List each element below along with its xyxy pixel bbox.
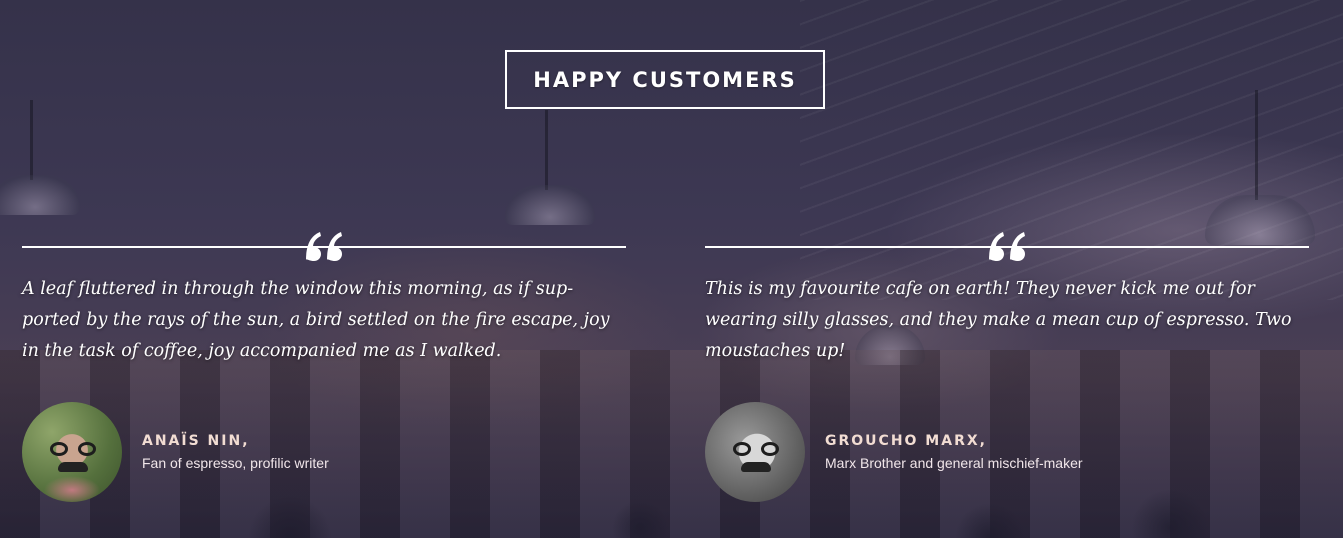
quote-divider xyxy=(705,228,1309,264)
lamp-cord xyxy=(545,110,548,190)
quote-icon xyxy=(306,232,342,261)
testimonial-quote: This is my favourite cafe on earth! They… xyxy=(705,279,1292,361)
quote-icon xyxy=(989,232,1025,261)
quote-divider xyxy=(22,228,626,264)
moustache-icon xyxy=(741,462,771,472)
glasses-icon xyxy=(733,442,779,456)
lamp-cord xyxy=(30,100,33,180)
avatar xyxy=(22,402,122,502)
testimonial-author: GROUCHO MARX, Marx Brother and general m… xyxy=(705,402,1083,502)
hanging-lamp xyxy=(0,175,80,215)
lamp-cord xyxy=(1255,90,1258,200)
testimonial-author: ANAÏS NIN, Fan of espresso, profilic wri… xyxy=(22,402,329,502)
testimonial-card: A leaf fluttered in through the window t… xyxy=(22,228,626,502)
section-heading-box: HAPPY CUSTOMERS xyxy=(505,50,825,109)
author-role: Marx Brother and general mischief-maker xyxy=(825,455,1083,471)
testimonial-card: This is my favourite cafe on earth! They… xyxy=(705,228,1309,502)
testimonial-quote: A leaf fluttered in through the window t… xyxy=(22,279,610,361)
moustache-icon xyxy=(58,462,88,472)
hanging-lamp xyxy=(505,185,595,225)
avatar xyxy=(705,402,805,502)
section-title: HAPPY CUSTOMERS xyxy=(533,67,797,92)
glasses-icon xyxy=(50,442,96,456)
author-name: GROUCHO MARX, xyxy=(825,433,987,449)
author-role: Fan of espresso, profilic writer xyxy=(142,455,329,471)
author-name: ANAÏS NIN, xyxy=(142,433,250,449)
